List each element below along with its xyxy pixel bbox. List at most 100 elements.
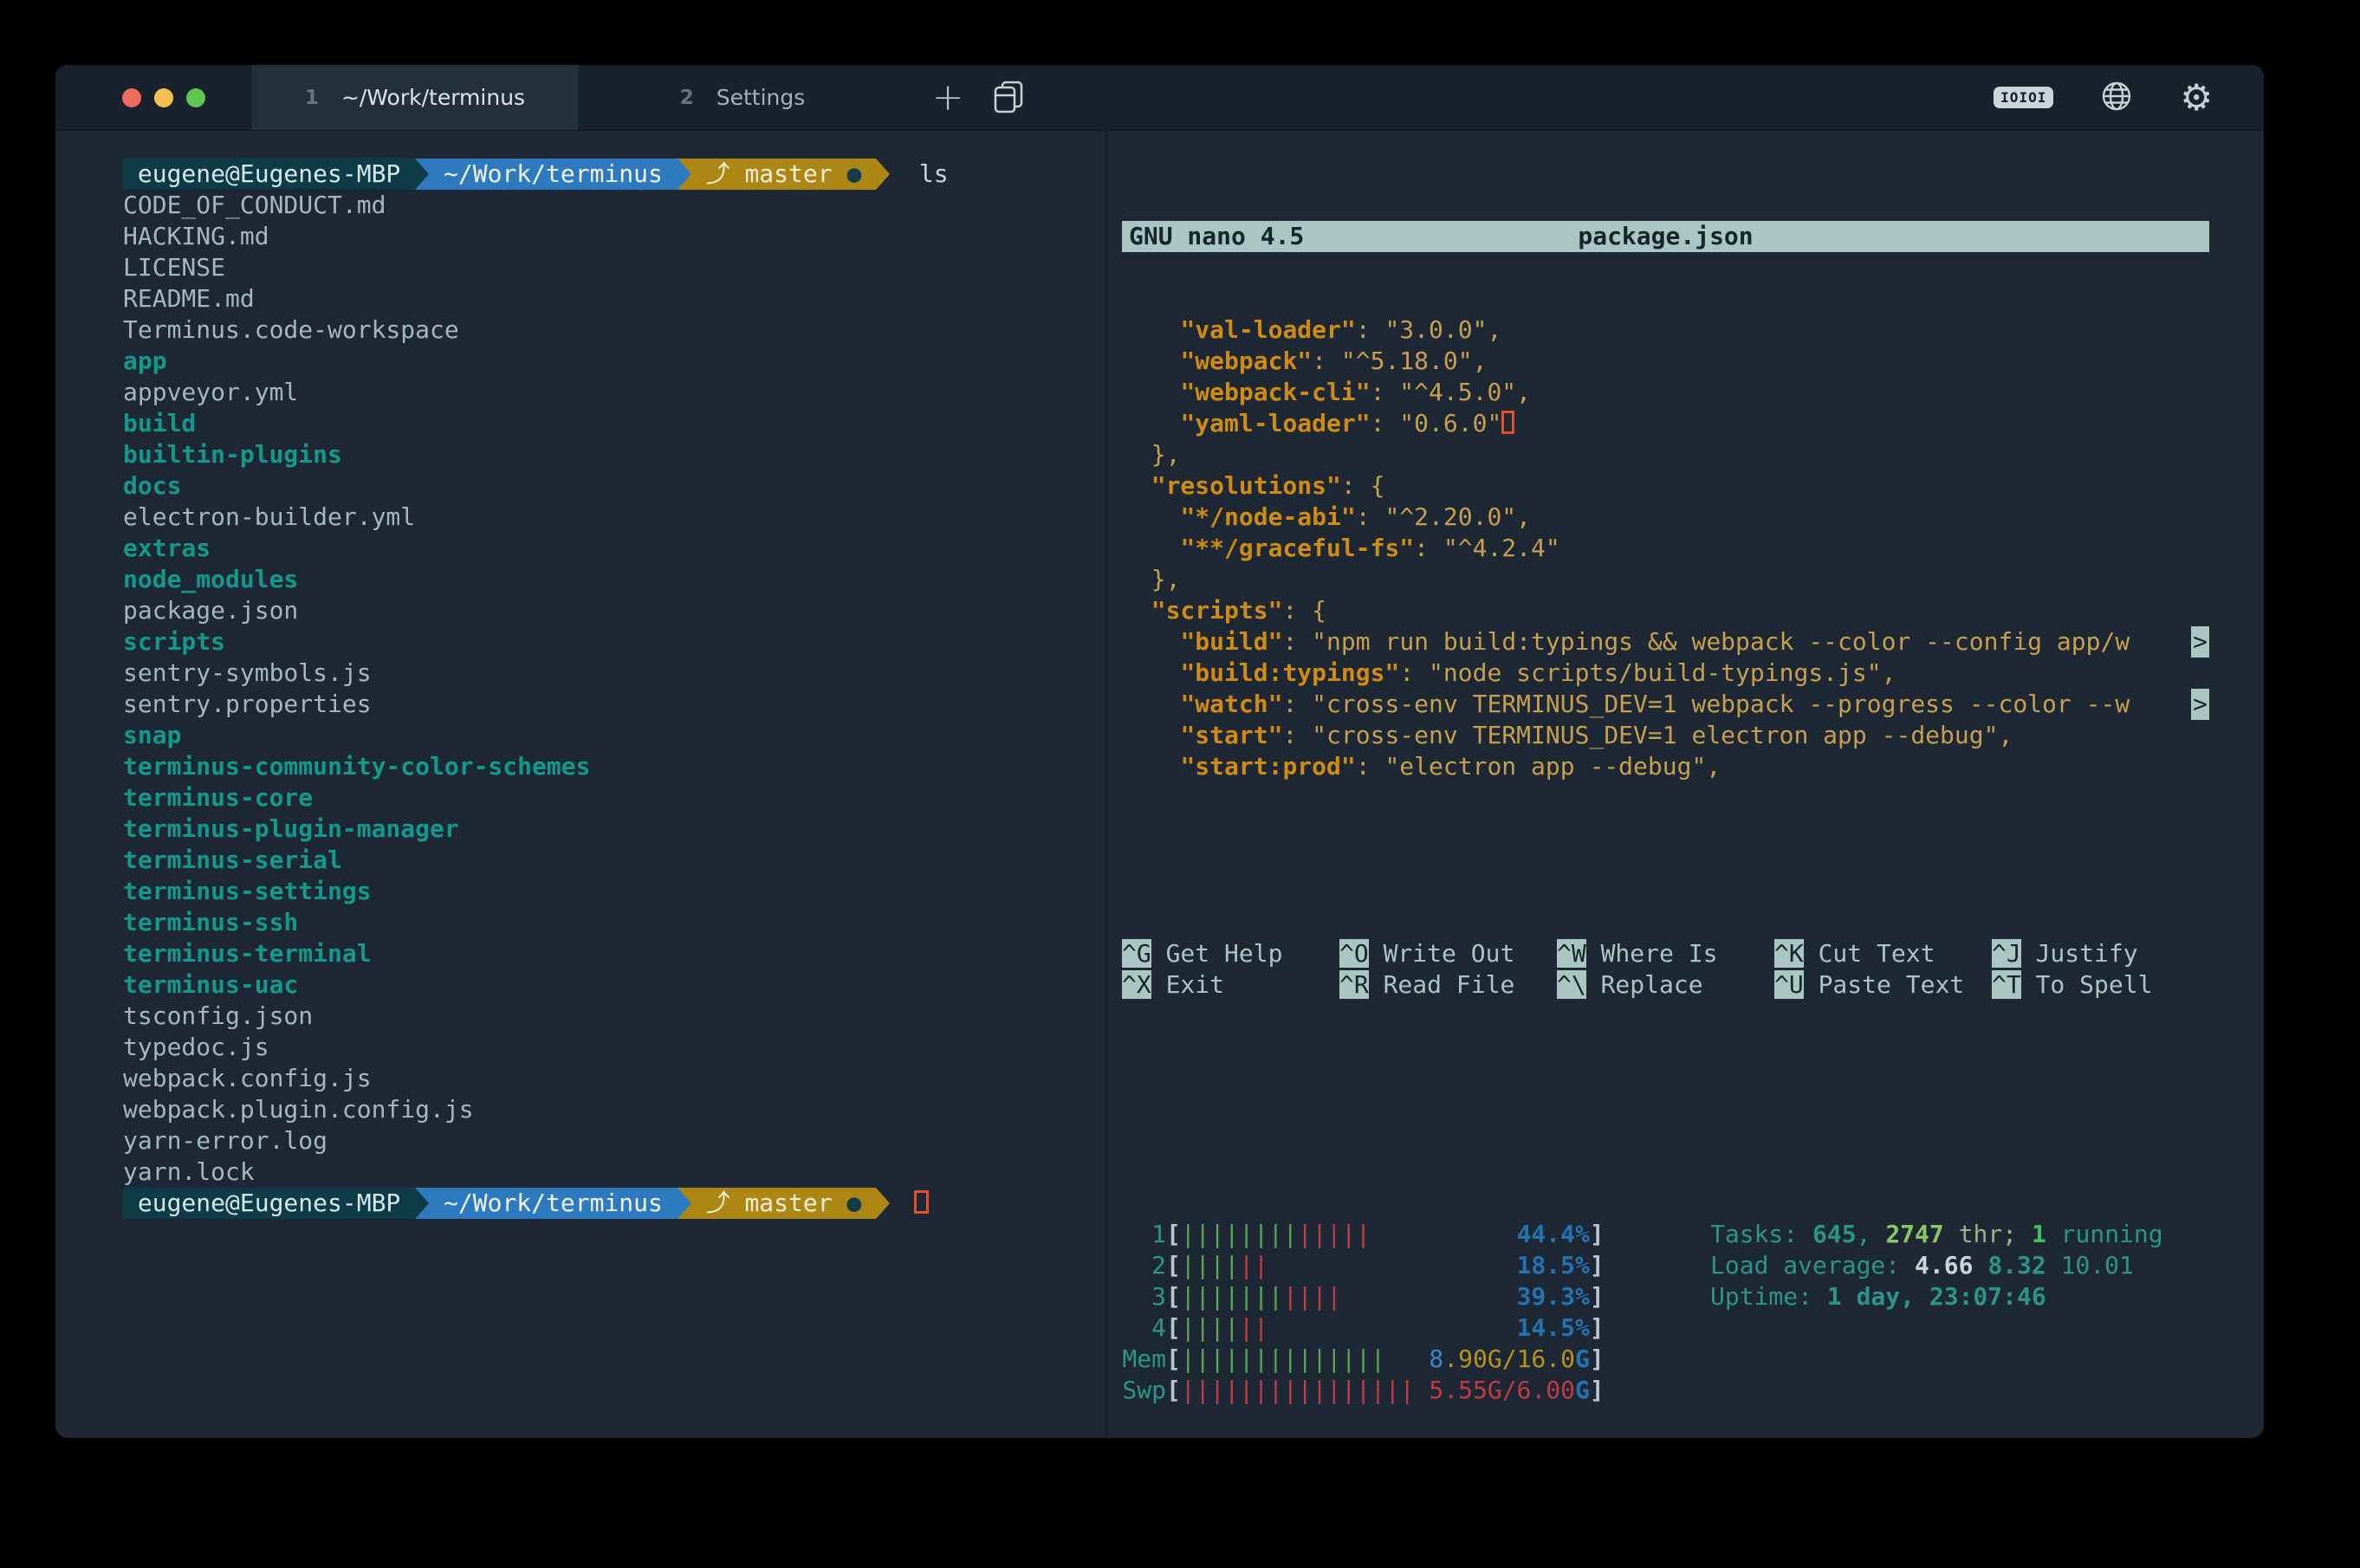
nano-line: "build": "npm run build:typings && webpa…	[1122, 626, 2209, 658]
nano-cursor	[1501, 411, 1514, 434]
terminal-cursor	[914, 1190, 929, 1214]
dir-entry: terminus-ssh	[123, 907, 1105, 938]
file-entry: package.json	[123, 595, 1105, 626]
dir-entry: docs	[123, 470, 1105, 502]
dir-entry: terminus-plugin-manager	[123, 813, 1105, 845]
meter-4: 4[||||||14.5%]	[1122, 1312, 2209, 1344]
nano-shortcut-cut-text[interactable]: ^K Cut Text	[1774, 938, 1992, 969]
dir-entry: terminus-terminal	[123, 938, 1105, 969]
meter-Mem: Mem[||||||||||||||8.90G/16.0G]	[1122, 1344, 2209, 1375]
file-entry: CODE_OF_CONDUCT.md	[123, 190, 1105, 221]
serial-port-button[interactable]: IOIOI	[1994, 87, 2053, 108]
dir-entry: app	[123, 346, 1105, 377]
nano-line: "*/node-abi": "^2.20.0",	[1122, 502, 2209, 533]
prompt-cwd-segment: ~/Work/terminus	[429, 1188, 678, 1219]
split-panes-button[interactable]	[981, 65, 1036, 130]
prompt-cwd-segment: ~/Work/terminus	[429, 159, 678, 190]
nano-version: GNU nano 4.5	[1122, 222, 1304, 250]
file-entry: HACKING.md	[123, 221, 1105, 252]
prompt-git-segment: ⤴ master ●	[691, 159, 876, 190]
prompt-git-segment: ⤴ master ●	[691, 1188, 876, 1219]
nano-line: "val-loader": "3.0.0",	[1122, 314, 2209, 346]
terminal-content: eugene@Eugenes-MBP ~/Work/terminus ⤴ mas…	[55, 131, 2264, 1438]
htop-stats: Tasks: 645, 2747 thr; 1 runningLoad aver…	[1710, 1219, 2163, 1312]
nano-shortcut-paste-text[interactable]: ^U Paste Text	[1774, 969, 1992, 1001]
zoom-button[interactable]	[186, 88, 205, 107]
nano-editor[interactable]: "val-loader": "3.0.0", "webpack": "^5.18…	[1122, 314, 2209, 782]
nano-shortcut-where-is[interactable]: ^W Where Is	[1557, 938, 1774, 969]
tab-2[interactable]: 2 Settings	[579, 65, 906, 130]
file-entry: appveyor.yml	[123, 377, 1105, 408]
file-entry: README.md	[123, 283, 1105, 314]
dir-entry: build	[123, 408, 1105, 439]
nano-line: "watch": "cross-env TERMINUS_DEV=1 webpa…	[1122, 689, 2209, 720]
minimize-button[interactable]	[154, 88, 173, 107]
nano-line: "start:prod": "electron app --debug",	[1122, 751, 2209, 782]
file-entry: webpack.plugin.config.js	[123, 1094, 1105, 1125]
titlebar-actions: IOIOI ⚙	[1994, 65, 2213, 130]
nano-shortcut-exit[interactable]: ^X Exit	[1122, 969, 1339, 1001]
dir-entry: extras	[123, 533, 1105, 564]
globe-icon[interactable]	[2100, 80, 2133, 116]
dir-entry: terminus-serial	[123, 845, 1105, 876]
traffic-lights	[122, 65, 205, 130]
prompt-user-segment: eugene@Eugenes-MBP	[123, 1188, 415, 1219]
file-entry: yarn.lock	[123, 1157, 1105, 1188]
settings-gear-icon[interactable]: ⚙	[2180, 80, 2213, 116]
nano-shortcut-to-spell[interactable]: ^T To Spell	[1992, 969, 2209, 1001]
dir-entry: builtin-plugins	[123, 439, 1105, 470]
dir-entry: scripts	[123, 626, 1105, 658]
dir-entry: terminus-settings	[123, 876, 1105, 907]
nano-shortcut-replace[interactable]: ^\ Replace	[1557, 969, 1774, 1001]
htop-meters: 1[|||||||||||||44.4%]2[||||||18.5%]3[|||…	[1122, 1219, 2209, 1406]
nano-titlebar: GNU nano 4.5 package.json	[1122, 221, 2209, 252]
split-panes-icon	[989, 77, 1028, 118]
typed-command: ls	[890, 159, 948, 188]
git-dirty-dot: ●	[846, 159, 861, 188]
prompt-line: eugene@Eugenes-MBP ~/Work/terminus ⤴ mas…	[123, 159, 1105, 190]
prompt-user-segment: eugene@Eugenes-MBP	[123, 159, 415, 190]
terminal-pane-right[interactable]: GNU nano 4.5 package.json "val-loader": "…	[1107, 131, 2264, 1438]
nano-line: "yaml-loader": "0.6.0"	[1122, 408, 2209, 439]
nano-line: "**/graceful-fs": "^4.2.4"	[1122, 533, 2209, 564]
nano-shortcuts: ^G Get Help^O Write Out^W Where Is^K Cut…	[1122, 938, 2209, 1001]
nano-line: "build:typings": "node scripts/build-typ…	[1122, 658, 2209, 689]
nano-line: "scripts": {	[1122, 595, 2209, 626]
dir-entry: node_modules	[123, 564, 1105, 595]
terminal-pane-left[interactable]: eugene@Eugenes-MBP ~/Work/terminus ⤴ mas…	[55, 131, 1105, 1438]
dir-entry: terminus-core	[123, 782, 1105, 813]
close-button[interactable]	[122, 88, 141, 107]
nano-shortcut-justify[interactable]: ^J Justify	[1992, 938, 2209, 969]
dir-entry: snap	[123, 720, 1105, 751]
tab-label: Settings	[716, 85, 806, 110]
meter-Swp: Swp[||||||||||||||||5.55G/6.00G]	[1122, 1375, 2209, 1406]
tab-number: 2	[680, 87, 694, 109]
titlebar: 1~/Work/terminus 2 Settings + IOIOI	[55, 65, 2264, 131]
new-tab-button[interactable]: +	[915, 65, 981, 130]
line-continuation-marker: >	[2191, 626, 2209, 658]
tab-bar: 1~/Work/terminus 2 Settings	[251, 65, 906, 130]
nano-line: "webpack-cli": "^4.5.0",	[1122, 377, 2209, 408]
file-entry: electron-builder.yml	[123, 502, 1105, 533]
terminal-window: 1~/Work/terminus2Settings + IOIOI	[55, 65, 2264, 1438]
nano-shortcut-read-file[interactable]: ^R Read File	[1339, 969, 1557, 1001]
file-entry: webpack.config.js	[123, 1063, 1105, 1094]
dir-entry: terminus-uac	[123, 969, 1105, 1001]
nano-line: "webpack": "^5.18.0",	[1122, 346, 2209, 377]
nano-filename: package.json	[1578, 221, 1753, 252]
file-entry: tsconfig.json	[123, 1001, 1105, 1032]
file-entry: LICENSE	[123, 252, 1105, 283]
file-entry: Terminus.code-workspace	[123, 314, 1105, 346]
nano-shortcut-write-out[interactable]: ^O Write Out	[1339, 938, 1557, 969]
file-entry: yarn-error.log	[123, 1125, 1105, 1157]
nano-shortcut-get-help[interactable]: ^G Get Help	[1122, 938, 1339, 969]
git-dirty-dot: ●	[846, 1189, 861, 1217]
tab-1[interactable]: 1~/Work/terminus	[251, 65, 579, 130]
prompt-line: eugene@Eugenes-MBP ~/Work/terminus ⤴ mas…	[123, 1188, 1105, 1219]
nano-line: },	[1122, 564, 2209, 595]
tab-number: 1	[305, 87, 319, 109]
dir-entry: terminus-community-color-schemes	[123, 751, 1105, 782]
file-entry: sentry.properties	[123, 689, 1105, 720]
nano-line: },	[1122, 439, 2209, 470]
file-entry: typedoc.js	[123, 1032, 1105, 1063]
